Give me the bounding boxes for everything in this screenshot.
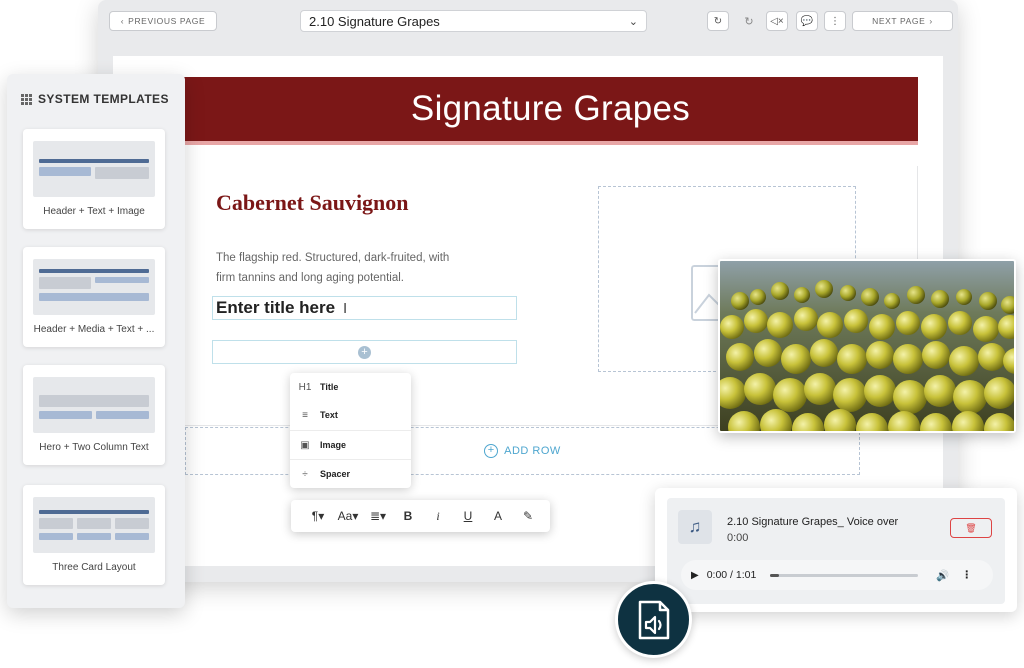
menu-item-text[interactable]: ≡ Text <box>290 401 411 429</box>
font-size-dropdown[interactable]: Aa▾ <box>333 509 363 523</box>
content-description[interactable]: The flagship red. Structured, dark-fruit… <box>216 248 466 288</box>
template-card-header-media-text[interactable]: Header + Media + Text + ... <box>23 247 165 347</box>
redo-icon: ↻ <box>744 15 754 28</box>
next-page-label: NEXT PAGE <box>872 16 926 26</box>
text-cursor-icon: I <box>343 299 348 317</box>
image-icon: ▣ <box>300 439 310 451</box>
audio-voiceover-card: ♫ 2.10 Signature Grapes_ Voice over 0:00… <box>655 488 1017 612</box>
chevron-right-icon: › <box>929 16 933 26</box>
stage: ‹ PREVIOUS PAGE 2.10 Signature Grapes ⌄ … <box>0 0 1024 668</box>
mute-button[interactable]: ◁× <box>766 11 788 31</box>
grapes-photo[interactable] <box>718 259 1016 433</box>
system-templates-panel: SYSTEM TEMPLATES Header + Text + Image H… <box>7 74 185 608</box>
menu-item-label: Text <box>320 410 338 420</box>
template-card-hero-two-column[interactable]: Hero + Two Column Text <box>23 365 165 465</box>
template-thumbnail <box>33 141 155 197</box>
refresh-icon: ↻ <box>713 15 723 27</box>
template-label: Header + Text + Image <box>43 206 145 217</box>
content-heading[interactable]: Cabernet Sauvignon <box>216 190 436 216</box>
menu-item-label: Image <box>320 440 347 450</box>
panel-title-text: SYSTEM TEMPLATES <box>38 92 169 106</box>
template-thumbnail <box>33 259 155 315</box>
template-card-header-text-image[interactable]: Header + Text + Image <box>23 129 165 229</box>
more-options-button[interactable]: ⋮ <box>824 11 846 31</box>
audio-file-badge <box>615 581 692 658</box>
player-time: 0:00 / 1:01 <box>706 569 757 581</box>
music-note-icon: ♫ <box>678 510 712 544</box>
spacer-icon: ÷ <box>302 468 308 480</box>
bold-button[interactable]: B <box>393 509 423 523</box>
add-block-slot[interactable]: + <box>212 340 517 364</box>
format-toolbar: ¶▾ Aa▾ ≣▾ B i U A ✎ <box>291 500 550 532</box>
paragraph-style-dropdown[interactable]: ¶▾ <box>303 509 333 523</box>
chevron-down-icon: ⌄ <box>628 15 638 28</box>
text-lines-icon: ≡ <box>302 409 308 421</box>
audio-title: 2.10 Signature Grapes_ Voice over <box>727 516 899 528</box>
title-input-placeholder: Enter title here <box>216 298 336 317</box>
template-label: Three Card Layout <box>52 562 136 573</box>
title-input[interactable]: Enter title here I <box>212 296 517 320</box>
next-page-button[interactable]: NEXT PAGE › <box>852 11 953 31</box>
add-block-plus-icon[interactable]: + <box>358 345 371 359</box>
text-color-button[interactable]: A <box>483 509 513 523</box>
menu-item-image[interactable]: ▣ Image <box>290 431 411 459</box>
redo-button[interactable]: ↻ <box>738 11 760 31</box>
audio-file-icon <box>638 600 669 639</box>
delete-audio-button[interactable]: 🗑 <box>950 518 992 538</box>
audio-duration: 0:00 <box>727 532 749 544</box>
template-label: Hero + Two Column Text <box>39 442 149 453</box>
template-thumbnail <box>33 377 155 433</box>
panel-title: SYSTEM TEMPLATES <box>21 92 169 106</box>
comment-button[interactable]: 💬 <box>796 11 818 31</box>
template-thumbnail <box>33 497 155 553</box>
grapes-image <box>720 261 1014 431</box>
speech-bubble-icon: 💬 <box>800 15 814 27</box>
add-row-button[interactable]: + ADD ROW <box>185 427 860 475</box>
menu-item-label: Title <box>320 382 339 392</box>
add-row-label: ADD ROW <box>504 445 561 457</box>
editor-toolbar: ‹ PREVIOUS PAGE 2.10 Signature Grapes ⌄ … <box>98 0 958 40</box>
menu-item-label: Spacer <box>320 469 351 479</box>
plus-circle-icon: + <box>484 444 499 458</box>
block-type-menu: H1 Title ≡ Text ▣ Image ÷ Spacer <box>290 373 411 488</box>
previous-page-button[interactable]: ‹ PREVIOUS PAGE <box>109 11 217 31</box>
previous-page-label: PREVIOUS PAGE <box>128 16 206 26</box>
volume-icon[interactable]: 🔊 <box>936 569 949 582</box>
chevron-left-icon: ‹ <box>120 16 125 26</box>
menu-item-spacer[interactable]: ÷ Spacer <box>290 460 411 488</box>
page-select-value: 2.10 Signature Grapes <box>309 13 440 29</box>
banner-title[interactable]: Signature Grapes <box>411 89 690 129</box>
trash-icon: 🗑 <box>965 522 977 533</box>
template-card-three-card[interactable]: Three Card Layout <box>23 485 165 585</box>
audio-item: ♫ 2.10 Signature Grapes_ Voice over 0:00… <box>667 498 1005 604</box>
vertical-dots-icon: ⋮ <box>830 15 840 27</box>
audio-player: ▶ 0:00 / 1:01 🔊 ⋮ <box>681 560 993 590</box>
refresh-button[interactable]: ↻ <box>707 11 729 31</box>
page-select[interactable]: 2.10 Signature Grapes ⌄ <box>300 10 647 32</box>
template-label: Header + Media + Text + ... <box>33 324 155 335</box>
audio-progress-track[interactable] <box>770 573 919 577</box>
line-spacing-dropdown[interactable]: ≣▾ <box>363 509 393 523</box>
banner-block[interactable]: Signature Grapes <box>183 77 918 145</box>
underline-button[interactable]: U <box>453 509 483 523</box>
heading-icon: H1 <box>298 381 312 393</box>
grid-icon <box>21 93 32 105</box>
play-icon[interactable]: ▶ <box>691 570 699 581</box>
highlight-pen-button[interactable]: ✎ <box>513 509 543 523</box>
menu-item-title[interactable]: H1 Title <box>290 373 411 401</box>
vertical-dots-icon[interactable]: ⋮ <box>961 569 972 581</box>
italic-button[interactable]: i <box>423 509 453 524</box>
audio-progress-fill <box>770 573 780 577</box>
speaker-mute-icon: ◁× <box>770 15 784 27</box>
